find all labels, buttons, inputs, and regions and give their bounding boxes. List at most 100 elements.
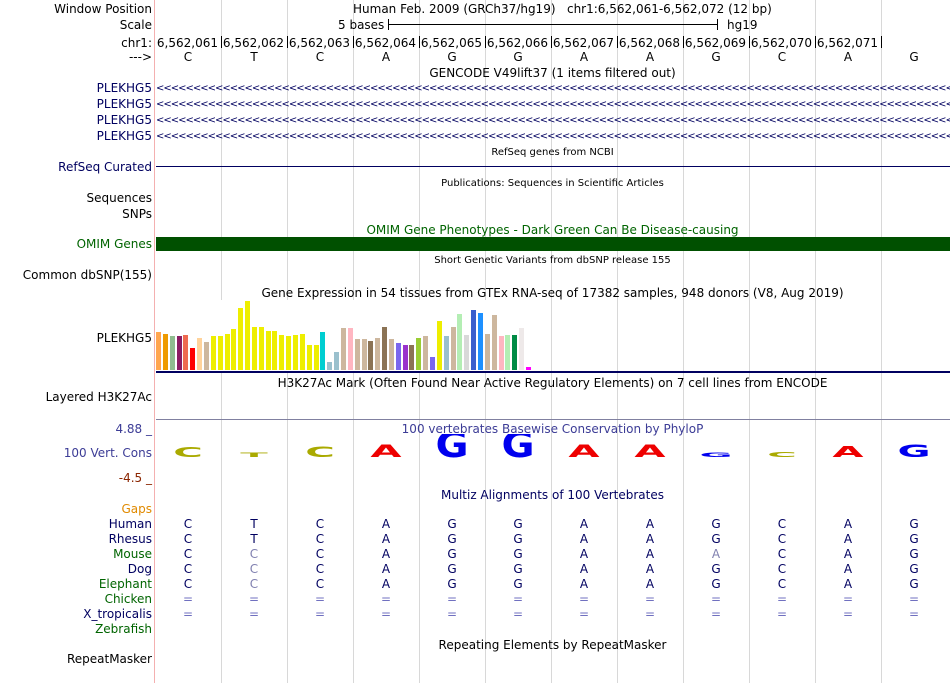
gtex-tissue-bar[interactable] [505, 335, 511, 370]
gencode-gene-label-2[interactable]: PLEKHG5 [97, 97, 152, 111]
gtex-gene-label[interactable]: PLEKHG5 [97, 331, 152, 345]
gtex-tissue-bar[interactable] [471, 310, 477, 370]
gencode-track-title: GENCODE V49lift37 (1 items filtered out) [429, 66, 676, 80]
gtex-tissue-bar[interactable] [224, 334, 230, 370]
gtex-tissue-bar[interactable] [299, 334, 305, 370]
gencode-transcript-2[interactable]: <<<<<<<<<<<<<<<<<<<<<<<<<<<<<<<<<<<<<<<<… [156, 100, 950, 110]
refseq-label[interactable]: RefSeq Curated [58, 160, 152, 174]
omim-gene-bar[interactable] [156, 237, 950, 251]
ruler-tick [419, 36, 420, 48]
gtex-tissue-bar[interactable] [347, 328, 353, 370]
multiz-aligned-base: = [380, 592, 392, 606]
gtex-tissue-bar[interactable] [354, 339, 360, 370]
multiz-aligned-base: = [710, 592, 722, 606]
multiz-aligned-base: A [381, 547, 391, 561]
gencode-gene-label-3[interactable]: PLEKHG5 [97, 113, 152, 127]
gtex-tissue-bar[interactable] [525, 367, 531, 370]
gtex-tissue-bar[interactable] [450, 327, 456, 370]
gtex-tissue-bar[interactable] [498, 336, 504, 370]
reference-base: A [843, 50, 853, 64]
gtex-tissue-bar[interactable] [183, 335, 189, 370]
gtex-tissue-bar[interactable] [245, 301, 251, 370]
gtex-tissue-bar[interactable] [340, 328, 346, 370]
gtex-tissue-bar[interactable] [409, 345, 415, 370]
multiz-species-label[interactable]: Chicken [105, 592, 152, 606]
gtex-tissue-bar[interactable] [334, 352, 340, 370]
gtex-tissue-bar[interactable] [217, 336, 223, 370]
gtex-tissue-bar[interactable] [457, 314, 463, 370]
gtex-tissue-bar[interactable] [210, 336, 216, 370]
gtex-tissue-bar[interactable] [156, 332, 161, 370]
gtex-tissue-bar[interactable] [197, 338, 203, 370]
gencode-gene-label-1[interactable]: PLEKHG5 [97, 81, 152, 95]
gtex-tissue-bar[interactable] [320, 332, 326, 370]
window-position-label: Window Position [54, 2, 152, 16]
phylop-label[interactable]: 100 Vert. Cons [64, 446, 152, 460]
multiz-species-label[interactable]: Elephant [99, 577, 152, 591]
gtex-tissue-bar[interactable] [286, 336, 292, 370]
gtex-tissue-bar[interactable] [416, 338, 422, 370]
gtex-tissue-bar[interactable] [313, 345, 319, 370]
multiz-gaps-label[interactable]: Gaps [121, 502, 152, 516]
gtex-tissue-bar[interactable] [327, 362, 333, 370]
multiz-species-label[interactable]: Human [109, 517, 152, 531]
omim-label[interactable]: OMIM Genes [77, 237, 152, 251]
gtex-tissue-bar[interactable] [368, 341, 374, 370]
gtex-tissue-bar[interactable] [512, 335, 518, 370]
gencode-gene-label-4[interactable]: PLEKHG5 [97, 129, 152, 143]
gtex-tissue-bar[interactable] [265, 331, 271, 370]
gencode-transcript-3[interactable]: <<<<<<<<<<<<<<<<<<<<<<<<<<<<<<<<<<<<<<<<… [156, 116, 950, 126]
gtex-tissue-bar[interactable] [251, 327, 257, 370]
gtex-tissue-bar[interactable] [491, 315, 497, 370]
gtex-tissue-bar[interactable] [375, 338, 381, 370]
h3k27ac-label[interactable]: Layered H3K27Ac [46, 390, 152, 404]
gtex-tissue-bar[interactable] [402, 345, 408, 370]
multiz-species-label[interactable]: X_tropicalis [83, 607, 152, 621]
ruler-tick-label: 6,562,065 [420, 36, 482, 50]
multiz-species-label[interactable]: Zebrafish [95, 622, 152, 636]
gtex-tissue-bar[interactable] [231, 329, 237, 370]
multiz-aligned-base: A [579, 547, 589, 561]
ruler-label: chr1: [121, 36, 152, 50]
publications-snps-label[interactable]: SNPs [122, 207, 152, 221]
gtex-tissue-bar[interactable] [388, 339, 394, 370]
gtex-tissue-bar[interactable] [477, 313, 483, 370]
gtex-tissue-bar[interactable] [169, 336, 175, 370]
gtex-tissue-bar[interactable] [306, 345, 312, 370]
dbsnp-label[interactable]: Common dbSNP(155) [23, 268, 152, 282]
gtex-tissue-bar[interactable] [395, 343, 401, 370]
gtex-tissue-bar[interactable] [519, 328, 525, 370]
gtex-tissue-bar[interactable] [176, 336, 182, 370]
gtex-tissue-bar[interactable] [272, 331, 278, 370]
gtex-tissue-bar[interactable] [436, 321, 442, 370]
refseq-gene-line[interactable] [156, 166, 950, 167]
multiz-species-label[interactable]: Dog [128, 562, 152, 576]
multiz-aligned-base: T [250, 517, 258, 531]
gtex-tissue-bar[interactable] [190, 348, 196, 370]
gtex-tissue-bar[interactable] [361, 339, 367, 370]
gtex-tissue-bar[interactable] [382, 327, 388, 370]
ruler-tick-label: 6,562,067 [552, 36, 614, 50]
gencode-transcript-4[interactable]: <<<<<<<<<<<<<<<<<<<<<<<<<<<<<<<<<<<<<<<<… [156, 132, 950, 142]
gencode-transcript-1[interactable]: <<<<<<<<<<<<<<<<<<<<<<<<<<<<<<<<<<<<<<<<… [156, 84, 950, 94]
multiz-aligned-base: A [381, 532, 391, 546]
gtex-tissue-bar[interactable] [238, 308, 244, 370]
gtex-tissue-bar[interactable] [203, 342, 209, 370]
gtex-tissue-bar[interactable] [464, 335, 470, 370]
multiz-species-label[interactable]: Rhesus [109, 532, 152, 546]
gtex-tissue-bar[interactable] [484, 334, 490, 370]
multiz-aligned-base: G [711, 562, 721, 576]
gtex-tissue-bar[interactable] [430, 357, 435, 370]
gtex-tissue-bar[interactable] [258, 327, 264, 370]
gtex-tissue-bar[interactable] [279, 335, 285, 370]
gtex-tissue-bar[interactable] [423, 336, 429, 370]
gtex-tissue-bar[interactable] [293, 335, 298, 370]
phylop-sequence-logo[interactable]: CTCAGGAAGCAG [156, 434, 950, 464]
reference-base: A [645, 50, 655, 64]
multiz-species-label[interactable]: Mouse [113, 547, 152, 561]
gtex-tissue-bar[interactable] [162, 334, 168, 370]
publications-sequences-label[interactable]: Sequences [87, 191, 152, 205]
multiz-aligned-base: G [711, 532, 721, 546]
repeatmasker-label[interactable]: RepeatMasker [67, 652, 152, 666]
gtex-tissue-bar[interactable] [443, 336, 449, 370]
